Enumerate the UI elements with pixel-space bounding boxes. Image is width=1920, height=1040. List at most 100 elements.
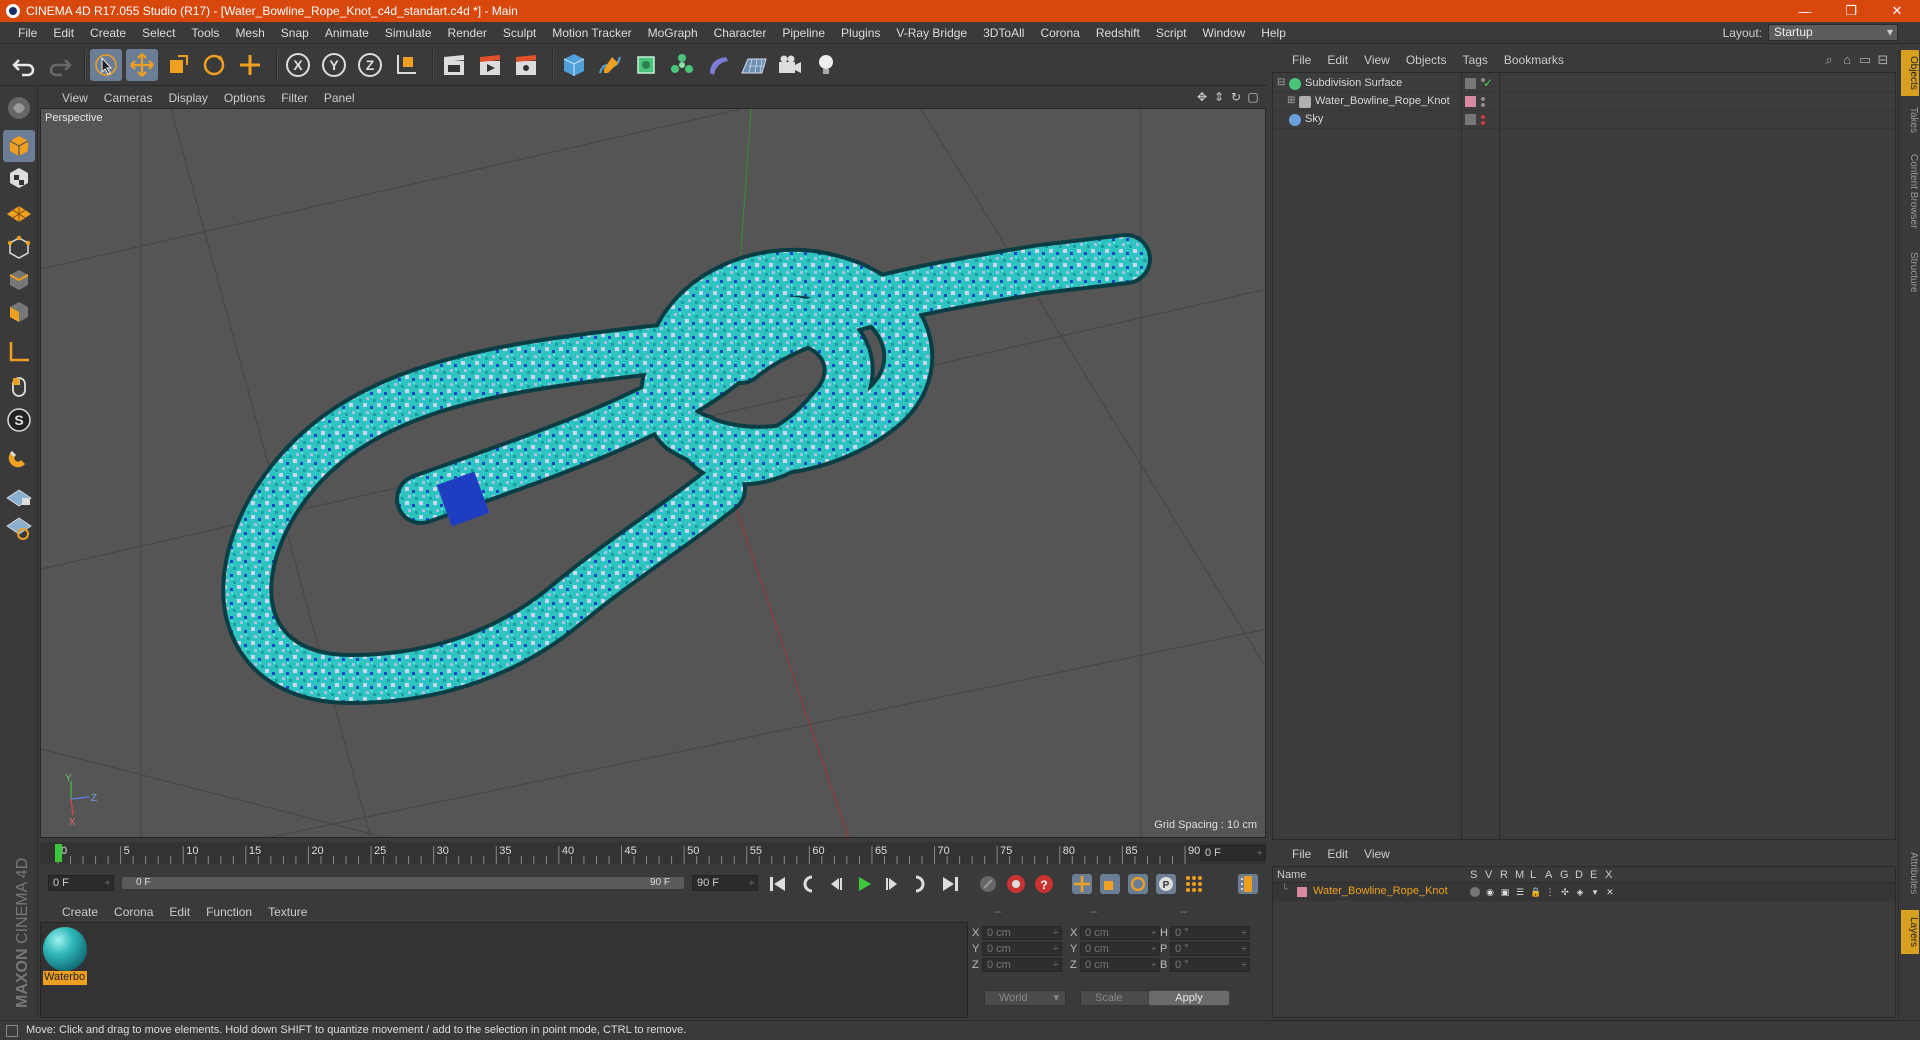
layer-column-l[interactable]: L (1530, 869, 1536, 881)
add-camera-button[interactable] (774, 49, 806, 81)
layout-dropdown[interactable]: Startup (1768, 24, 1898, 41)
menu-edit[interactable]: Edit (45, 26, 82, 40)
timeline-window-button[interactable] (1236, 872, 1260, 896)
render-to-picture-viewer-button[interactable] (474, 49, 506, 81)
parameter-key-button[interactable]: P (1154, 872, 1178, 896)
menu-create[interactable]: Create (82, 26, 134, 40)
viewport-menu-cameras[interactable]: Cameras (96, 91, 161, 105)
object-row-subdivision-surface[interactable]: ⊟ Subdivision Surface ✓ (1273, 75, 1895, 93)
snap-button[interactable]: S (3, 404, 35, 436)
render-visibility-dot[interactable] (1481, 103, 1485, 107)
add-spline-button[interactable] (594, 49, 626, 81)
layer-menu-view[interactable]: View (1356, 847, 1398, 861)
new-view-icon[interactable]: ▭ (1858, 52, 1872, 68)
scale-key-button[interactable] (1098, 872, 1122, 896)
render-settings-button[interactable] (510, 49, 542, 81)
coordinate-system-button[interactable] (390, 49, 422, 81)
layer-column-d[interactable]: D (1575, 869, 1583, 881)
layer-column-m[interactable]: M (1515, 869, 1524, 881)
layer-column-r[interactable]: R (1500, 869, 1508, 881)
perspective-viewport[interactable]: Y Z X Perspective Grid Spacing : 10 cm (40, 108, 1266, 838)
collapse-toggle-icon[interactable]: ⊟ (1277, 77, 1285, 88)
editor-visibility-dot[interactable] (1481, 115, 1485, 119)
expand-toggle-icon[interactable]: ⊞ (1287, 95, 1295, 106)
viewport-menu-view[interactable]: View (54, 91, 96, 105)
menu-window[interactable]: Window (1195, 26, 1254, 40)
menu-mograph[interactable]: MoGraph (640, 26, 706, 40)
size-field[interactable]: 0 cm (1080, 926, 1160, 940)
coordinate-space-dropdown[interactable]: World (984, 990, 1066, 1006)
points-mode-button[interactable] (3, 232, 35, 264)
layer-column-e[interactable]: E (1590, 869, 1597, 881)
layer-color-swatch[interactable] (1297, 887, 1307, 897)
home-icon[interactable]: ⌂ (1840, 52, 1854, 68)
menu-help[interactable]: Help (1253, 26, 1294, 40)
menu-script[interactable]: Script (1148, 26, 1195, 40)
panel-menu-icon[interactable]: ⊟ (1876, 52, 1890, 68)
layer-column-v[interactable]: V (1485, 869, 1492, 881)
add-nurbs-button[interactable] (630, 49, 662, 81)
rotation-field[interactable]: 0 ° (1170, 926, 1250, 940)
autokeying-button[interactable] (1004, 872, 1028, 896)
menu-file[interactable]: File (10, 26, 45, 40)
menu-motion-tracker[interactable]: Motion Tracker (544, 26, 639, 40)
orbit-icon[interactable]: ↻ (1229, 90, 1243, 104)
size-field[interactable]: 0 cm (1080, 942, 1160, 956)
menu-animate[interactable]: Animate (317, 26, 377, 40)
material-menu-corona[interactable]: Corona (106, 905, 161, 919)
keyframe-selection-button[interactable]: ? (1032, 872, 1056, 896)
layer-menu-edit[interactable]: Edit (1319, 847, 1356, 861)
deformer-icon[interactable]: ◈ (1575, 887, 1585, 897)
tab-objects[interactable]: Objects (1901, 50, 1919, 96)
menu-select[interactable]: Select (134, 26, 183, 40)
xref-icon[interactable]: ✕ (1605, 887, 1615, 897)
manager-icon[interactable]: ☰ (1515, 887, 1525, 897)
locked-workplane-button[interactable] (3, 480, 35, 512)
texture-mode-button[interactable] (3, 162, 35, 194)
dolly-icon[interactable]: ⇕ (1212, 90, 1226, 104)
start-frame-field[interactable]: 0 F (48, 875, 114, 891)
lock-icon[interactable]: 🔒 (1530, 887, 1541, 897)
position-field[interactable]: 0 cm (982, 942, 1062, 956)
add-floor-button[interactable] (738, 49, 770, 81)
rotation-field[interactable]: 0 ° (1170, 958, 1250, 972)
position-field[interactable]: 0 cm (982, 926, 1062, 940)
previous-key-button[interactable] (796, 872, 820, 896)
layer-menu-file[interactable]: File (1284, 847, 1319, 861)
viewport-menu-options[interactable]: Options (216, 91, 273, 105)
layer-tag-icon[interactable] (1465, 78, 1476, 89)
tab-structure[interactable]: Structure (1901, 244, 1919, 300)
material-menu-texture[interactable]: Texture (260, 905, 315, 919)
go-to-end-button[interactable] (938, 872, 962, 896)
current-frame-field[interactable]: 0 F (1200, 845, 1266, 861)
layer-column-a[interactable]: A (1545, 869, 1552, 881)
viewport-menu-filter[interactable]: Filter (273, 91, 316, 105)
menu-pipeline[interactable]: Pipeline (774, 26, 833, 40)
tab-content-browser[interactable]: Content Browser (1901, 144, 1919, 238)
object-menu-view[interactable]: View (1356, 53, 1398, 67)
rotate-tool-button[interactable] (198, 49, 230, 81)
object-name[interactable]: Subdivision Surface (1305, 77, 1402, 89)
timeline-ruler[interactable]: 0 5 10 15 20 25 30 35 40 45 50 55 60 65 70 75 80 85 90 0 F (40, 842, 1266, 864)
redo-button[interactable] (44, 49, 76, 81)
menu-v-ray-bridge[interactable]: V-Ray Bridge (888, 26, 975, 40)
object-menu-objects[interactable]: Objects (1398, 53, 1455, 67)
solo-icon[interactable] (1470, 887, 1480, 897)
viewport-menu-display[interactable]: Display (160, 91, 215, 105)
render-view-button[interactable] (438, 49, 470, 81)
previous-frame-button[interactable] (824, 872, 848, 896)
go-to-start-button[interactable] (766, 872, 790, 896)
axis-mode-button[interactable] (3, 336, 35, 368)
material-menu-edit[interactable]: Edit (161, 905, 198, 919)
undo-button[interactable] (8, 49, 40, 81)
model-mode-button[interactable] (3, 130, 35, 162)
move-tool-button[interactable] (126, 49, 158, 81)
layer-name[interactable]: Water_Bowline_Rope_Knot (1313, 885, 1448, 897)
object-menu-file[interactable]: File (1284, 53, 1319, 67)
object-menu-tags[interactable]: Tags (1455, 53, 1496, 67)
add-cube-button[interactable] (558, 49, 590, 81)
minimize-button[interactable]: — (1782, 0, 1828, 22)
z-axis-lock-button[interactable]: Z (354, 49, 386, 81)
apply-button[interactable]: Apply (1148, 990, 1230, 1006)
layer-column-g[interactable]: G (1560, 869, 1569, 881)
